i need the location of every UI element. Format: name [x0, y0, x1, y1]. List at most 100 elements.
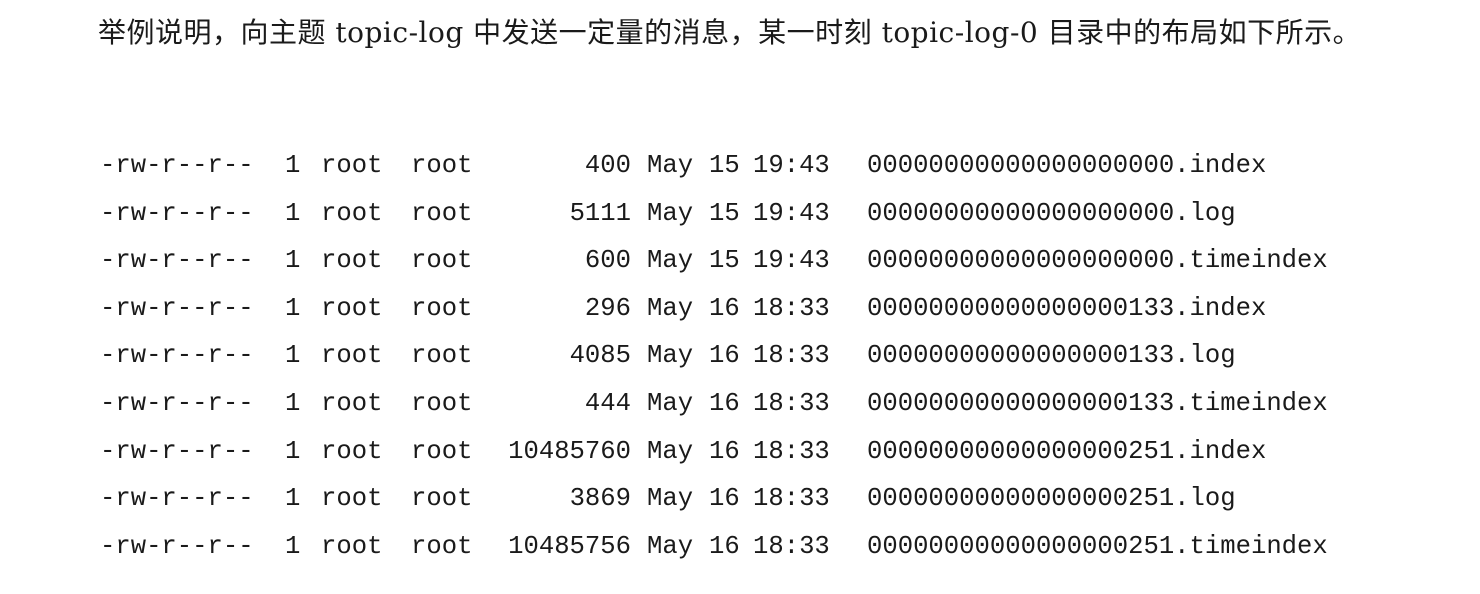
modified-time: 18:33: [753, 341, 830, 371]
link-count: 1: [285, 246, 301, 276]
link-count: 1: [285, 531, 301, 561]
file-owner: root: [321, 246, 383, 276]
modified-month: May: [647, 436, 694, 466]
link-count: 1: [285, 484, 301, 514]
column-spacer: [631, 285, 647, 333]
file-name: 00000000000000000251.timeindex: [867, 531, 1328, 561]
column-spacer: [631, 428, 647, 476]
modified-time: 19:43: [753, 151, 830, 180]
file-group: root: [411, 436, 473, 466]
file-group: root: [411, 151, 473, 180]
file-permissions: -rw-r--r--: [100, 293, 254, 323]
listing-row: -rw-r--r-- 1 root root 400 May 15 19:43 00000000…: [100, 142, 1407, 190]
modified-day: 15: [709, 246, 740, 276]
link-count: 1: [285, 151, 301, 180]
file-group: root: [411, 531, 473, 561]
column-spacer: [631, 475, 647, 523]
file-permissions: -rw-r--r--: [100, 151, 254, 180]
column-spacer: [631, 380, 647, 428]
column-spacer: [631, 237, 647, 285]
listing-row: -rw-r--r-- 1 root root 5111 May 15 19:43 0000000…: [100, 190, 1407, 238]
intro-paragraph: 举例说明，向主题 topic-log 中发送一定量的消息，某一时刻 topic-…: [98, 16, 1362, 49]
directory-listing: -rw-r--r-- 1 root root 400 May 15 19:43 00000000…: [100, 142, 1407, 570]
modified-month: May: [647, 388, 694, 418]
modified-time: 19:43: [753, 246, 830, 276]
file-size: 400: [584, 151, 631, 180]
file-group: root: [411, 341, 473, 371]
file-group: root: [411, 198, 473, 228]
modified-month: May: [647, 341, 694, 371]
file-permissions: -rw-r--r--: [100, 436, 254, 466]
file-permissions: -rw-r--r--: [100, 246, 254, 276]
modified-day: 15: [709, 151, 740, 180]
file-owner: root: [321, 341, 383, 371]
listing-row: -rw-r--r-- 1 root root 296 May 16 18:33 00000000…: [100, 285, 1407, 333]
file-name: 00000000000000000251.index: [867, 436, 1267, 466]
file-owner: root: [321, 198, 383, 228]
file-permissions: -rw-r--r--: [100, 531, 254, 561]
file-permissions: -rw-r--r--: [100, 388, 254, 418]
link-count: 1: [285, 293, 301, 323]
modified-day: 16: [709, 341, 740, 371]
modified-day: 16: [709, 484, 740, 514]
document-page: 举例说明，向主题 topic-log 中发送一定量的消息，某一时刻 topic-…: [0, 0, 1480, 594]
modified-month: May: [647, 293, 694, 323]
file-size: 10485760: [508, 436, 631, 466]
modified-time: 18:33: [753, 436, 830, 466]
modified-month: May: [647, 246, 694, 276]
file-name: 00000000000000000133.log: [867, 341, 1236, 371]
link-count: 1: [285, 341, 301, 371]
file-name: 00000000000000000000.log: [867, 198, 1236, 228]
file-size: 444: [584, 388, 631, 418]
column-spacer: [631, 142, 647, 190]
file-permissions: -rw-r--r--: [100, 484, 254, 514]
file-owner: root: [321, 293, 383, 323]
modified-day: 16: [709, 388, 740, 418]
file-name: 00000000000000000251.log: [867, 484, 1236, 514]
modified-month: May: [647, 531, 694, 561]
file-owner: root: [321, 531, 383, 561]
file-group: root: [411, 388, 473, 418]
listing-row: -rw-r--r-- 1 root root 4085 May 16 18:33 0000000…: [100, 332, 1407, 380]
modified-time: 18:33: [753, 484, 830, 514]
file-size: 4085: [569, 341, 631, 371]
file-size: 600: [584, 246, 631, 276]
file-name: 00000000000000000000.timeindex: [867, 246, 1328, 276]
file-group: root: [411, 293, 473, 323]
file-group: root: [411, 246, 473, 276]
file-size: 3869: [569, 484, 631, 514]
file-owner: root: [321, 436, 383, 466]
file-owner: root: [321, 388, 383, 418]
column-spacer: [631, 332, 647, 380]
column-spacer: [631, 190, 647, 238]
modified-month: May: [647, 198, 694, 228]
listing-row: -rw-r--r-- 1 root root 10485760 May 16 18:33 000…: [100, 428, 1407, 476]
file-permissions: -rw-r--r--: [100, 341, 254, 371]
file-group: root: [411, 484, 473, 514]
listing-row: -rw-r--r-- 1 root root 444 May 16 18:33 00000000…: [100, 380, 1407, 428]
modified-day: 15: [709, 198, 740, 228]
column-spacer: [631, 523, 647, 571]
modified-day: 16: [709, 436, 740, 466]
modified-time: 19:43: [753, 198, 830, 228]
file-size: 296: [584, 293, 631, 323]
listing-row: -rw-r--r-- 1 root root 10485756 May 16 18:33 000…: [100, 523, 1407, 571]
modified-month: May: [647, 151, 694, 180]
file-size: 10485756: [508, 531, 631, 561]
file-size: 5111: [569, 198, 631, 228]
file-name: 00000000000000000000.index: [867, 151, 1267, 180]
modified-day: 16: [709, 293, 740, 323]
modified-month: May: [647, 484, 694, 514]
file-name: 00000000000000000133.timeindex: [867, 388, 1328, 418]
file-name: 00000000000000000133.index: [867, 293, 1267, 323]
modified-time: 18:33: [753, 388, 830, 418]
file-permissions: -rw-r--r--: [100, 198, 254, 228]
modified-time: 18:33: [753, 293, 830, 323]
file-owner: root: [321, 151, 383, 180]
listing-row: -rw-r--r-- 1 root root 3869 May 16 18:33 0000000…: [100, 475, 1407, 523]
file-owner: root: [321, 484, 383, 514]
listing-row: -rw-r--r-- 1 root root 600 May 15 19:43 00000000…: [100, 237, 1407, 285]
modified-day: 16: [709, 531, 740, 561]
link-count: 1: [285, 436, 301, 466]
link-count: 1: [285, 198, 301, 228]
